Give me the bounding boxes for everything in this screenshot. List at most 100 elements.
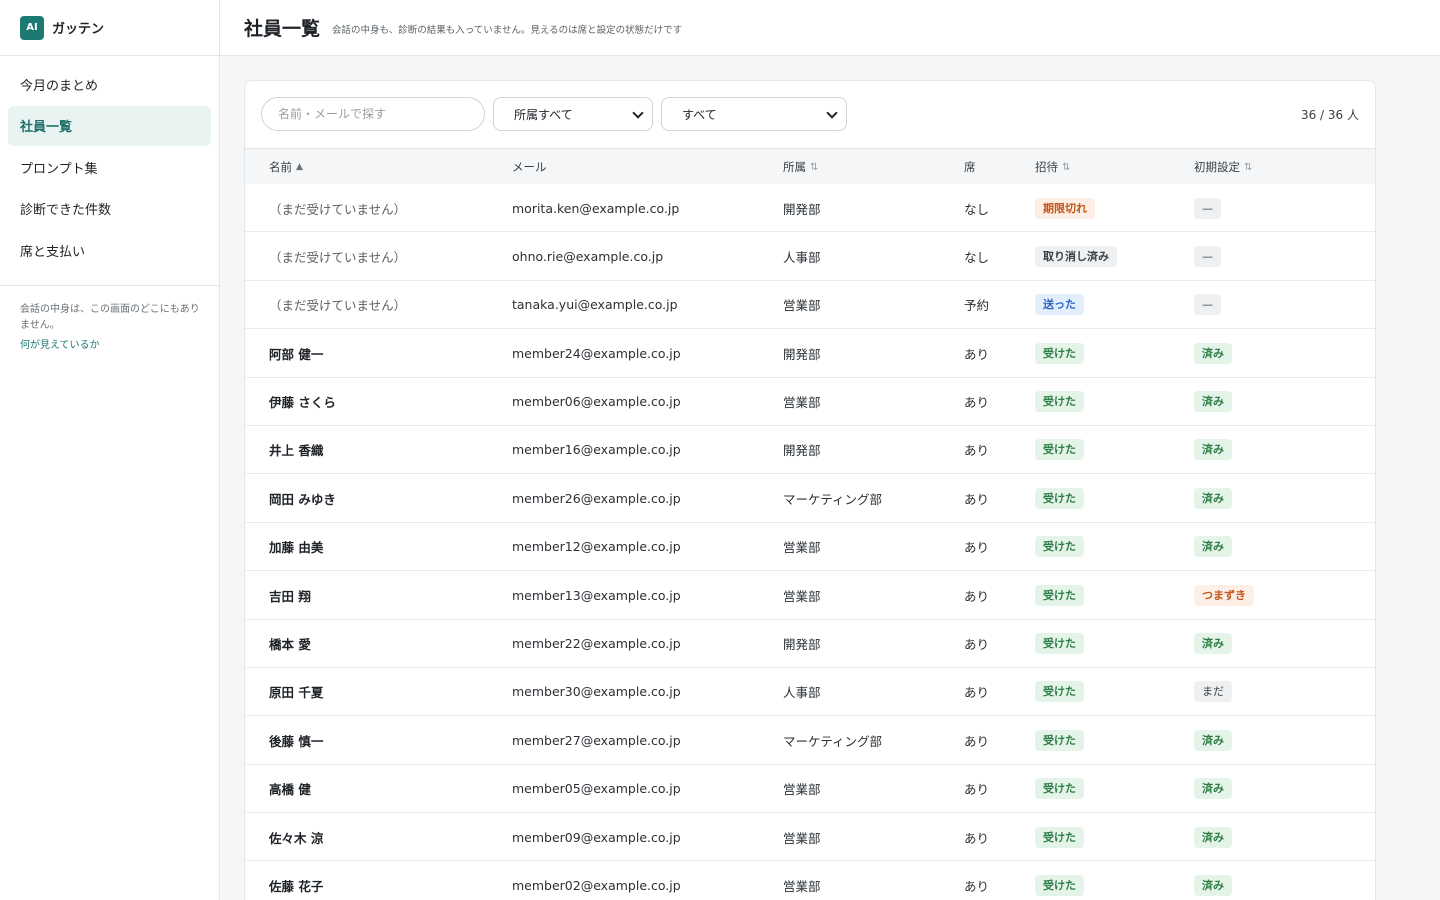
invite-status-cell: 受けた bbox=[1035, 716, 1084, 764]
employee-email: tanaka.yui@example.co.jp bbox=[512, 297, 678, 313]
column-header-setup[interactable]: 初期設定 ⇅ bbox=[1194, 149, 1252, 185]
setup-status-badge: 済み bbox=[1194, 536, 1232, 558]
sidebar-item-prompts[interactable]: プロンプト集 bbox=[8, 147, 211, 187]
invite-status-cell: 受けた bbox=[1035, 329, 1084, 377]
employee-department: 営業部 bbox=[783, 782, 821, 798]
invite-status-cell: 受けた bbox=[1035, 426, 1084, 474]
employee-email: member09@example.co.jp bbox=[512, 829, 681, 845]
invite-status-cell: 受けた bbox=[1035, 523, 1084, 571]
setup-status-badge: — bbox=[1194, 294, 1221, 316]
table-row[interactable]: 井上 香織 member16@example.co.jp 開発部 あり 受けた 済み bbox=[245, 426, 1375, 475]
sidebar-item-summary[interactable]: 今月のまとめ bbox=[8, 64, 211, 104]
invite-status-badge: 受けた bbox=[1035, 439, 1084, 461]
column-header-label: 招待 bbox=[1035, 160, 1058, 174]
employee-email: member22@example.co.jp bbox=[512, 636, 681, 652]
table-row[interactable]: 橋本 愛 member22@example.co.jp 開発部 あり 受けた 済み bbox=[245, 620, 1375, 668]
employee-name: 高橋 健 bbox=[269, 782, 311, 798]
table-row[interactable]: 伊藤 さくら member06@example.co.jp 営業部 あり 受けた 済み bbox=[245, 378, 1375, 426]
sidebar-item-employees[interactable]: 社員一覧 bbox=[8, 105, 211, 146]
invite-status-badge: 受けた bbox=[1035, 391, 1084, 413]
table-row[interactable]: 岡田 みゆき member26@example.co.jp マーケティング部 あり 受け… bbox=[245, 474, 1375, 523]
employee-name: 後藤 慎一 bbox=[269, 733, 324, 749]
chevron-down-icon bbox=[826, 107, 838, 119]
employee-seat: あり bbox=[964, 733, 990, 749]
employee-seat: あり bbox=[964, 346, 990, 362]
employee-name: 原田 千夏 bbox=[269, 685, 324, 701]
invite-status-badge: 期限切れ bbox=[1035, 197, 1095, 219]
table-row[interactable]: （まだ受けていません） morita.ken@example.co.jp 開発部 なし… bbox=[245, 184, 1375, 233]
table-row[interactable]: 佐藤 花子 member02@example.co.jp 営業部 あり 受けた 済み bbox=[245, 861, 1375, 900]
table-row[interactable]: 吉田 翔 member13@example.co.jp 営業部 あり 受けた つまずき bbox=[245, 571, 1375, 620]
setup-status-cell: まだ bbox=[1194, 668, 1232, 716]
employee-email: member13@example.co.jp bbox=[512, 587, 681, 603]
page-header: 社員一覧 会話の中身も、診断の結果も入っていません。見えるのは席と設定の状態だけ… bbox=[220, 0, 1440, 56]
setup-status-cell: — bbox=[1194, 184, 1221, 232]
setup-status-badge: 済み bbox=[1194, 633, 1232, 655]
table-header: 名前 ▲ メール 所属 ⇅ 席 招待 ⇅ 初期設定 ⇅ bbox=[245, 148, 1375, 184]
invite-status-cell: 受けた bbox=[1035, 378, 1084, 426]
setup-status-badge: 済み bbox=[1194, 826, 1232, 848]
status-select[interactable]: すべて bbox=[661, 97, 847, 131]
status-select-value: すべて bbox=[682, 107, 717, 122]
employee-name: 加藤 由美 bbox=[269, 540, 324, 556]
employee-email: member06@example.co.jp bbox=[512, 394, 681, 410]
table-body: （まだ受けていません） morita.ken@example.co.jp 開発部 なし… bbox=[245, 184, 1375, 900]
employee-name: （まだ受けていません） bbox=[269, 298, 407, 314]
invite-status-cell: 受けた bbox=[1035, 765, 1084, 813]
table-row[interactable]: 原田 千夏 member30@example.co.jp 人事部 あり 受けた まだ bbox=[245, 668, 1375, 717]
employee-department: 開発部 bbox=[783, 346, 821, 362]
employee-name: 伊藤 さくら bbox=[269, 395, 336, 411]
employee-seat: あり bbox=[964, 491, 990, 507]
sidebar-item-seats-billing[interactable]: 席と支払い bbox=[8, 230, 211, 270]
table-row[interactable]: 高橋 健 member05@example.co.jp 営業部 あり 受けた 済み bbox=[245, 765, 1375, 814]
employee-department: 営業部 bbox=[783, 540, 821, 556]
invite-status-badge: 受けた bbox=[1035, 826, 1084, 848]
invite-status-badge: 送った bbox=[1035, 294, 1084, 316]
column-header-invite[interactable]: 招待 ⇅ bbox=[1035, 149, 1070, 185]
department-select[interactable]: 所属すべて bbox=[493, 97, 653, 131]
sidebar: AI ガッテン 今月のまとめ 社員一覧 プロンプト集 診断できた件数 席と支払い… bbox=[0, 0, 220, 900]
column-header-dept[interactable]: 所属 ⇅ bbox=[783, 149, 818, 185]
table-row[interactable]: 阿部 健一 member24@example.co.jp 開発部 あり 受けた 済み bbox=[245, 329, 1375, 378]
table-row[interactable]: 加藤 由美 member12@example.co.jp 営業部 あり 受けた 済み bbox=[245, 523, 1375, 572]
setup-status-cell: 済み bbox=[1194, 474, 1232, 522]
employee-name: 橋本 愛 bbox=[269, 637, 311, 653]
setup-status-badge: 済み bbox=[1194, 874, 1232, 896]
setup-status-cell: 済み bbox=[1194, 716, 1232, 764]
employee-seat: あり bbox=[964, 782, 990, 798]
setup-status-cell: 済み bbox=[1194, 620, 1232, 668]
employee-department: 人事部 bbox=[783, 685, 821, 701]
table-row[interactable]: 佐々木 涼 member09@example.co.jp 営業部 あり 受けた 済み bbox=[245, 813, 1375, 862]
employee-name: 井上 香織 bbox=[269, 443, 324, 459]
table-row[interactable]: （まだ受けていません） tanaka.yui@example.co.jp 営業部 予約… bbox=[245, 281, 1375, 330]
column-header-name[interactable]: 名前 ▲ bbox=[269, 149, 303, 185]
employee-seat: あり bbox=[964, 540, 990, 556]
invite-status-badge: 受けた bbox=[1035, 487, 1084, 509]
sidebar-what-visible-link[interactable]: 何が見えているか bbox=[20, 338, 100, 354]
employee-department: 開発部 bbox=[783, 637, 821, 653]
result-count: 36 / 36 人 bbox=[1300, 108, 1359, 122]
sidebar-item-diagnosis-count[interactable]: 診断できた件数 bbox=[8, 189, 211, 229]
employee-department: 人事部 bbox=[783, 249, 821, 265]
employee-department: 営業部 bbox=[783, 830, 821, 846]
setup-status-cell: — bbox=[1194, 281, 1221, 329]
employee-name: 佐藤 花子 bbox=[269, 878, 324, 894]
column-header-label: 席 bbox=[964, 160, 976, 174]
employee-name: 佐々木 涼 bbox=[269, 830, 324, 846]
search-input[interactable] bbox=[261, 97, 485, 131]
setup-status-badge: 済み bbox=[1194, 729, 1232, 751]
table-row[interactable]: 後藤 慎一 member27@example.co.jp マーケティング部 あり 受けた… bbox=[245, 716, 1375, 765]
invite-status-cell: 送った bbox=[1035, 281, 1084, 329]
setup-status-cell: 済み bbox=[1194, 861, 1232, 900]
invite-status-cell: 受けた bbox=[1035, 474, 1084, 522]
employee-seat: あり bbox=[964, 395, 990, 411]
brand-logo-icon: AI bbox=[20, 15, 44, 40]
setup-status-badge: 済み bbox=[1194, 342, 1232, 364]
employee-seat: あり bbox=[964, 878, 990, 894]
table-row[interactable]: （まだ受けていません） ohno.rie@example.co.jp 人事部 なし 取り… bbox=[245, 232, 1375, 281]
employee-name: （まだ受けていません） bbox=[269, 201, 407, 217]
setup-status-cell: 済み bbox=[1194, 329, 1232, 377]
setup-status-badge: 済み bbox=[1194, 391, 1232, 413]
employee-email: member12@example.co.jp bbox=[512, 539, 681, 555]
setup-status-badge: 済み bbox=[1194, 487, 1232, 509]
